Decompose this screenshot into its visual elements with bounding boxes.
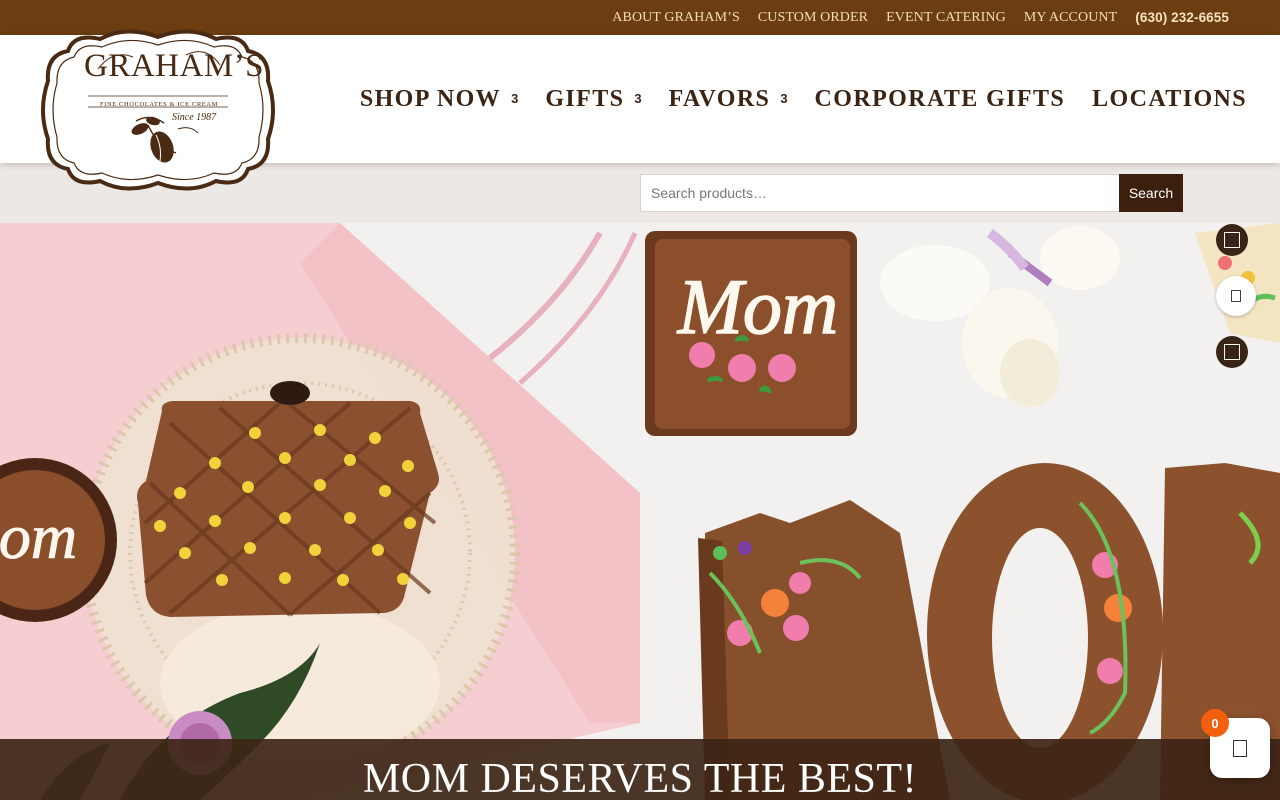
instagram-icon: [1224, 344, 1240, 360]
nav-item-favors[interactable]: FAVORS 3: [669, 86, 788, 113]
search-input[interactable]: [640, 174, 1120, 212]
cart-button[interactable]: 0: [1201, 709, 1270, 778]
top-link-my-account[interactable]: MY ACCOUNT: [1024, 10, 1117, 26]
main-nav: SHOP NOW 3 GIFTS 3 FAVORS 3 CORPORATE GI…: [333, 35, 1247, 163]
top-link-event-catering[interactable]: EVENT CATERING: [886, 10, 1006, 26]
chevron-down-icon: 3: [780, 90, 788, 106]
chevron-down-icon: 3: [634, 90, 642, 106]
cart-count-badge: 0: [1201, 709, 1229, 737]
logo-tagline: FINE CHOCOLATES & ICE CREAM: [99, 101, 219, 108]
hero-caption: MOM DESERVES THE BEST!: [362, 756, 918, 800]
hero-image: om Mom: [0, 223, 1280, 800]
side-share-button-2[interactable]: [1216, 276, 1256, 316]
facebook-icon: [1224, 232, 1240, 248]
logo-brand-text: GRAHAM’S: [84, 48, 265, 84]
side-share-button-1[interactable]: [1216, 224, 1248, 256]
nav-item-locations[interactable]: LOCATIONS: [1092, 86, 1247, 113]
top-links: ABOUT GRAHAM’S CUSTOM ORDER EVENT CATERI…: [612, 0, 1229, 35]
nav-item-gifts[interactable]: GIFTS 3: [545, 86, 641, 113]
mom-square-chocolate: Mom: [645, 231, 857, 436]
hero-mom-text: Mom: [677, 263, 838, 350]
share-icon: [1231, 290, 1241, 302]
nav-item-label: LOCATIONS: [1092, 85, 1247, 112]
purse-chocolate: [137, 381, 439, 617]
top-link-custom-order[interactable]: CUSTOM ORDER: [758, 10, 868, 26]
phone-link[interactable]: (630) 232-6655: [1135, 10, 1229, 25]
logo[interactable]: GRAHAM’S FINE CHOCOLATES & ICE CREAM Sin…: [38, 29, 278, 191]
chevron-down-icon: 3: [511, 90, 519, 106]
top-link-about[interactable]: ABOUT GRAHAM’S: [612, 10, 740, 26]
nav-item-label: CORPORATE GIFTS: [814, 85, 1066, 112]
nav-item-label: SHOP NOW: [359, 85, 502, 112]
nav-item-corporate-gifts[interactable]: CORPORATE GIFTS: [815, 86, 1066, 113]
search-button[interactable]: Search: [1119, 174, 1183, 212]
logo-since: Since 1987: [172, 112, 217, 123]
side-share-button-3[interactable]: [1216, 336, 1248, 368]
nav-item-shop-now[interactable]: SHOP NOW 3: [360, 86, 518, 113]
hero-banner: om Mom MOM DESERVES THE BEST!: [0, 223, 1280, 800]
cart-icon: [1233, 739, 1247, 757]
nav-item-label: FAVORS: [668, 85, 771, 112]
nav-item-label: GIFTS: [545, 85, 625, 112]
hero-om-text: om: [0, 501, 77, 572]
